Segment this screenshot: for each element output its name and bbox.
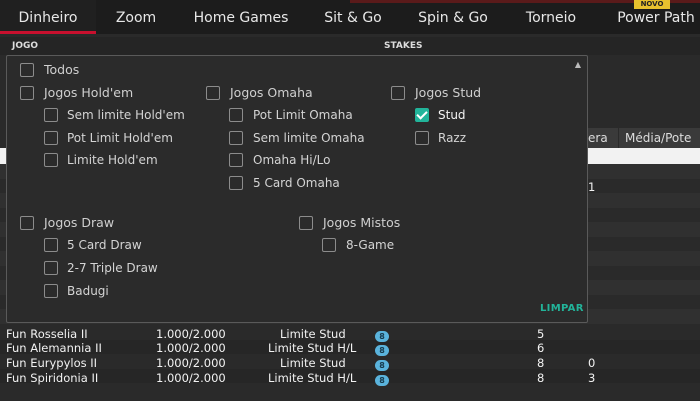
- collapse-arrow-icon[interactable]: ▲: [575, 60, 581, 69]
- checkbox-razz[interactable]: [415, 131, 429, 145]
- label-jogos-omaha: Jogos Omaha: [230, 85, 313, 100]
- game-filter-label[interactable]: JOGO: [12, 41, 38, 51]
- label-8-game: 8-Game: [346, 238, 395, 252]
- label-sem-limite-holdem: Sem limite Hold'em: [67, 108, 185, 122]
- tab-sit-and-go[interactable]: Sit & Go: [310, 0, 396, 34]
- checkbox-jogos-draw[interactable]: [20, 216, 34, 230]
- checkbox-sem-limite-holdem[interactable]: [44, 108, 58, 122]
- checkbox-sem-limite-omaha[interactable]: [229, 131, 243, 145]
- filter-bar: JOGO STAKES: [0, 37, 700, 55]
- label-5-card-draw: 5 Card Draw: [67, 238, 142, 252]
- checkbox-2-7-triple-draw[interactable]: [44, 261, 58, 275]
- table-row[interactable]: Fun Spiridonia II 1.000/2.000 Limite Stu…: [0, 371, 700, 386]
- label-stud: Stud: [438, 108, 466, 122]
- table-players: 8: [537, 356, 545, 370]
- label-jogos-mistos: Jogos Mistos: [323, 215, 401, 230]
- checkbox-5-card-draw[interactable]: [44, 238, 58, 252]
- label-jogos-draw: Jogos Draw: [44, 215, 115, 230]
- checkbox-pot-limit-holdem[interactable]: [44, 131, 58, 145]
- label-pot-limit-holdem: Pot Limit Hold'em: [67, 131, 173, 145]
- table-players: 6: [537, 341, 545, 355]
- column-header-media-pote[interactable]: Média/Pote: [619, 128, 700, 148]
- checkbox-limite-holdem[interactable]: [44, 153, 58, 167]
- waiting-count: 1: [588, 180, 596, 194]
- table-stakes: 1.000/2.000: [156, 341, 226, 355]
- column-header-espera[interactable]: era: [588, 128, 618, 148]
- table-name: Fun Spiridonia II: [6, 371, 99, 385]
- label-5-card-omaha: 5 Card Omaha: [253, 176, 340, 190]
- label-pot-limit-omaha: Pot Limit Omaha: [253, 108, 353, 122]
- label-omaha-hi-lo: Omaha Hi/Lo: [253, 153, 331, 167]
- limit-8-icon: 8: [375, 345, 389, 356]
- table-wait: 0: [588, 356, 596, 370]
- table-name: Fun Alemannia II: [6, 341, 102, 355]
- checkbox-jogos-holdem[interactable]: [20, 86, 34, 100]
- label-sem-limite-omaha: Sem limite Omaha: [253, 131, 365, 145]
- table-name: Fun Eurypylos II: [6, 356, 98, 370]
- checkbox-omaha-hi-lo[interactable]: [229, 153, 243, 167]
- table-stakes: 1.000/2.000: [156, 371, 226, 385]
- table-name: Fun Rosselia II: [6, 327, 88, 341]
- clear-filters-button[interactable]: LIMPAR: [540, 303, 584, 314]
- table-wait: 3: [588, 371, 596, 385]
- table-row[interactable]: Fun Alemannia II 1.000/2.000 Limite Stud…: [0, 341, 700, 356]
- table-stakes: 1.000/2.000: [156, 327, 226, 341]
- game-filter-panel: ▲ Todos Jogos Hold'em Sem limite Hold'em…: [6, 55, 588, 323]
- label-jogos-stud: Jogos Stud: [415, 85, 482, 100]
- label-todos: Todos: [44, 62, 80, 77]
- limit-8-icon: 8: [375, 360, 389, 371]
- tab-torneio[interactable]: Torneio: [515, 0, 587, 34]
- checkbox-stud[interactable]: [415, 108, 429, 122]
- label-limite-holdem: Limite Hold'em: [67, 153, 158, 167]
- label-razz: Razz: [438, 131, 467, 145]
- checkbox-jogos-omaha[interactable]: [206, 86, 220, 100]
- new-badge: NOVO: [634, 0, 670, 9]
- label-badugi: Badugi: [67, 284, 109, 298]
- checkbox-todos[interactable]: [20, 63, 34, 77]
- table-game: Limite Stud H/L: [268, 371, 357, 385]
- table-row[interactable]: Fun Eurypylos II 1.000/2.000 Limite Stud…: [0, 356, 700, 371]
- tab-home-games[interactable]: Home Games: [186, 0, 296, 34]
- game-type-tabs: Dinheiro Zoom Home Games Sit & Go Spin &…: [0, 0, 700, 34]
- checkbox-badugi[interactable]: [44, 284, 58, 298]
- table-game: Limite Stud H/L: [268, 341, 357, 355]
- label-jogos-holdem: Jogos Hold'em: [44, 85, 134, 100]
- limit-8-icon: 8: [375, 375, 389, 386]
- checkbox-8-game[interactable]: [322, 238, 336, 252]
- checkbox-jogos-stud[interactable]: [391, 86, 405, 100]
- table-players: 5: [537, 327, 545, 341]
- table-row[interactable]: Fun Rosselia II 1.000/2.000 Limite Stud …: [0, 327, 700, 342]
- tab-spin-and-go[interactable]: Spin & Go: [412, 0, 494, 34]
- table-players: 8: [537, 371, 545, 385]
- tab-dinheiro[interactable]: Dinheiro: [0, 0, 96, 34]
- table-stakes: 1.000/2.000: [156, 356, 226, 370]
- label-2-7-triple-draw: 2-7 Triple Draw: [67, 261, 158, 275]
- table-game: Limite Stud: [280, 327, 346, 341]
- stakes-filter-label[interactable]: STAKES: [384, 41, 423, 51]
- tab-zoom[interactable]: Zoom: [96, 0, 176, 34]
- checkbox-jogos-mistos[interactable]: [299, 216, 313, 230]
- table-game: Limite Stud: [280, 356, 346, 370]
- checkbox-pot-limit-omaha[interactable]: [229, 108, 243, 122]
- checkbox-5-card-omaha[interactable]: [229, 176, 243, 190]
